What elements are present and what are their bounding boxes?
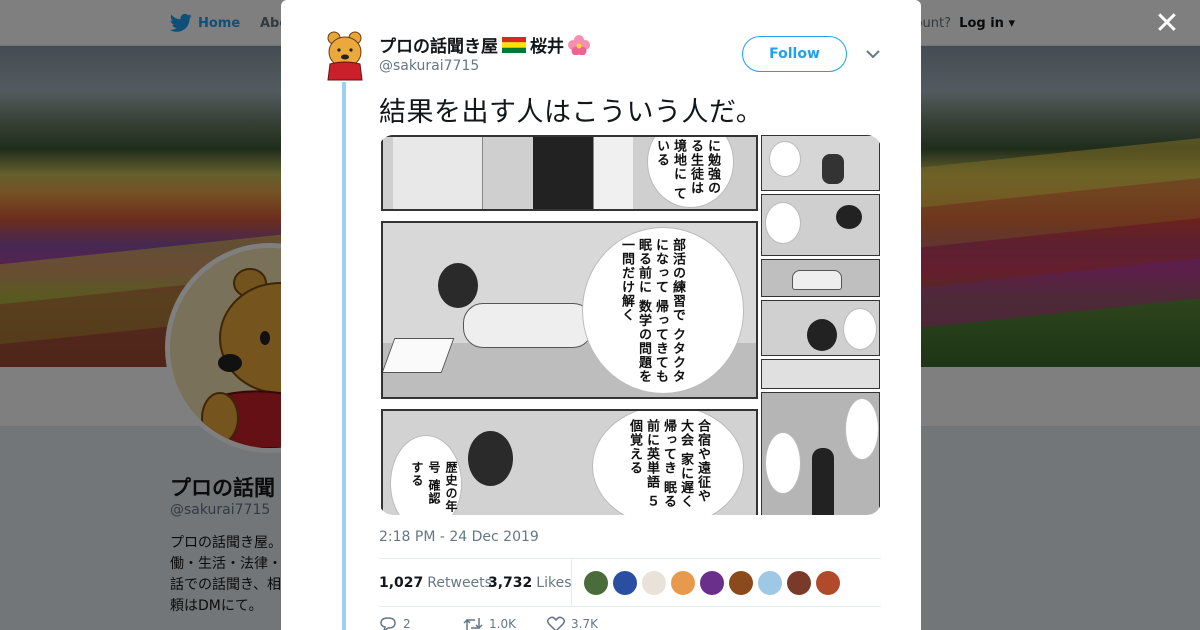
likes-stat[interactable]: 3,732 Likes [488,575,572,591]
manga-page-side[interactable] [760,135,881,515]
liker-avatar[interactable] [642,571,666,595]
liker-avatar[interactable] [584,571,608,595]
reply-icon [380,617,396,630]
pooh-avatar-small [327,31,363,81]
liker-avatar[interactable] [729,571,753,595]
manga-figure [812,448,834,515]
tweet-timestamp[interactable]: 2:18 PM - 24 Dec 2019 [379,529,539,545]
tweet-author-avatar[interactable] [325,30,365,82]
manga-head [468,431,513,486]
likes-label: Likes [536,575,572,591]
liker-avatar[interactable] [671,571,695,595]
retweet-count: 1.0K [489,617,516,630]
manga-text-2: 部活の練習で クタクタになって 帰ってきても 眠る前に 数学の問題を 一問だけ解… [619,238,685,384]
manga-figure [593,137,633,209]
manga-thumb-panel [761,135,880,191]
manga-figure [533,137,593,209]
manga-figure [822,154,844,184]
retweet-icon [463,618,483,630]
thread-line [342,82,346,630]
tweet-author-name[interactable]: プロの話聞き屋 桜井 [379,32,590,57]
liker-avatar[interactable] [613,571,637,595]
liker-avatars [584,571,840,595]
manga-head [438,263,478,308]
likes-count: 3,732 [488,575,533,591]
manga-text-1: に勉強の る生徒は 境地に ている [654,139,720,201]
hibiscus-icon [568,34,590,55]
manga-book [383,338,455,373]
manga-car [792,270,842,290]
like-count: 3.7K [571,617,598,630]
stats-divider [571,559,572,607]
tweet-actions: 2 1.0K 3.7K [379,616,631,630]
manga-text-small: 歴史の年号 確認する [410,461,458,513]
tweet-stats: 1,027 Retweets 3,732 Likes [379,558,881,607]
retweet-button[interactable]: 1.0K [463,616,547,630]
speech-bubble [766,433,800,493]
manga-thumb-panel [761,194,880,256]
tweet-media[interactable]: に勉強の る生徒は 境地に ている 部活の練習で クタクタになって 帰ってきても… [379,135,881,515]
manga-page-main[interactable]: に勉強の る生徒は 境地に ている 部活の練習で クタクタになって 帰ってきても… [379,135,758,515]
speech-bubble [844,309,876,349]
retweets-count: 1,027 [379,575,424,591]
manga-panel: に勉強の る生徒は 境地に ている [381,135,758,211]
like-button[interactable]: 3.7K [547,616,631,630]
retweets-label: Retweets [427,575,492,591]
follow-button[interactable]: Follow [742,36,847,72]
manga-text-3: 合宿や遠征や大会 家に遅く帰ってき 眠る前に英単語 ５個覚える [627,419,710,509]
reply-button[interactable]: 2 [379,616,463,630]
manga-thumb-panel [761,300,880,356]
author-name-text: プロの話聞き屋 [379,37,498,57]
reply-count: 2 [403,617,411,630]
manga-head [836,205,862,229]
manga-thumb-panel [761,392,880,515]
heart-icon [547,616,565,630]
manga-figure [393,137,483,209]
manga-body [463,303,593,348]
author-name-suffix: 桜井 [530,37,564,57]
liker-avatar[interactable] [787,571,811,595]
speech-bubble [766,203,800,243]
chevron-down-icon[interactable] [865,46,881,62]
speech-bubble [770,142,800,176]
liker-avatar[interactable] [700,571,724,595]
tweet-author-handle[interactable]: @sakurai7715 [379,58,479,74]
speech-bubble [846,399,878,459]
tweet-modal: プロの話聞き屋 桜井 @sakurai7715 Follow 結果を出す人はこう… [281,0,921,630]
retweets-stat[interactable]: 1,027 Retweets [379,575,492,591]
manga-thumb-panel [761,359,880,389]
liker-avatar[interactable] [816,571,840,595]
flag-icon [502,36,526,53]
manga-head [807,319,837,351]
liker-avatar[interactable] [758,571,782,595]
manga-thumb-panel [761,259,880,297]
manga-panel: 部活の練習で クタクタになって 帰ってきても 眠る前に 数学の問題を 一問だけ解… [381,221,758,399]
close-icon[interactable]: ✕ [1153,9,1181,39]
tweet-text: 結果を出す人はこういう人だ。 [379,97,764,128]
manga-panel: 歴史の年号 確認する 合宿や遠征や大会 家に遅く帰ってき 眠る前に英単語 ５個覚… [381,409,758,515]
